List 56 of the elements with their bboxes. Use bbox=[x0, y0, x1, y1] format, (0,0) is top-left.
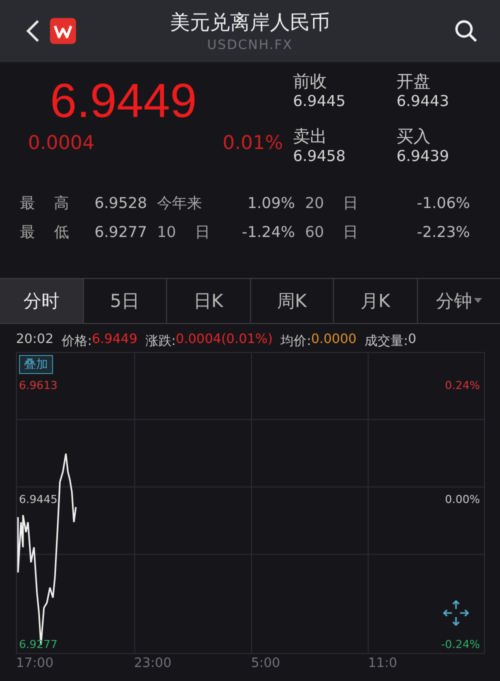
quote-label: 买入 bbox=[396, 127, 432, 147]
stat-label: 20 日 bbox=[305, 194, 359, 213]
stat-value: -1.06% bbox=[416, 194, 471, 213]
chart-tab[interactable]: 分钟 bbox=[418, 279, 500, 323]
info-value: 0.0000 bbox=[311, 332, 357, 349]
stat-label: 最 低 bbox=[20, 223, 70, 242]
stat-label: 今年来 bbox=[157, 194, 203, 213]
current-price: 6.9449 bbox=[49, 74, 198, 130]
percent-axis-label: 0.00% bbox=[445, 493, 480, 506]
time-axis-label: 11:0 bbox=[368, 656, 398, 671]
quote-value: 6.9445 bbox=[293, 92, 346, 110]
window-title: 美元兑离岸人民币 bbox=[170, 9, 330, 36]
app-logo-icon bbox=[50, 18, 76, 44]
price-axis-label: 6.9277 bbox=[19, 638, 58, 651]
symbol-code: USDCNH.FX bbox=[207, 38, 293, 53]
info-value: 0.0004(0.01%) bbox=[176, 332, 273, 349]
info-value: 0 bbox=[408, 332, 416, 349]
info-label: 涨跌: bbox=[145, 333, 176, 350]
stat-value: -2.23% bbox=[416, 223, 471, 242]
chart-tab[interactable]: 月K bbox=[334, 279, 418, 323]
percent-change: 0.01% bbox=[222, 132, 283, 154]
stat-label: 60 日 bbox=[305, 223, 359, 242]
price-change: 0.0004 bbox=[28, 132, 94, 154]
info-label: 均价: bbox=[280, 333, 312, 350]
chart-tab[interactable]: 日K bbox=[167, 279, 250, 323]
chart-tab[interactable]: 5日 bbox=[84, 279, 167, 323]
overlay-button[interactable]: 叠加 bbox=[19, 355, 53, 374]
stat-label: 最 高 bbox=[20, 194, 70, 213]
quote-value: 6.9439 bbox=[396, 147, 450, 165]
time-label: 20:02 bbox=[16, 332, 54, 349]
search-icon[interactable] bbox=[454, 19, 478, 43]
time-axis-label: 23:00 bbox=[134, 656, 172, 671]
time-axis-label: 17:00 bbox=[16, 656, 54, 671]
percent-axis-label: -0.24% bbox=[441, 638, 480, 651]
stat-label: 10 日 bbox=[157, 223, 211, 242]
info-label: 价格: bbox=[61, 333, 92, 350]
info-value: 6.9449 bbox=[92, 332, 138, 349]
time-axis-label: 5:00 bbox=[251, 656, 282, 671]
stat-value: 6.9528 bbox=[94, 194, 148, 213]
caret-icon bbox=[474, 298, 482, 304]
quote-label: 前收 bbox=[293, 72, 328, 92]
price-axis-label: 6.9613 bbox=[19, 379, 58, 392]
stat-value: -1.24% bbox=[240, 223, 296, 242]
quote-label: 开盘 bbox=[396, 72, 432, 92]
quote-label: 卖出 bbox=[293, 127, 328, 147]
back-icon[interactable] bbox=[26, 19, 40, 43]
chart-tab[interactable]: 分时 bbox=[0, 279, 84, 323]
info-label: 成交量: bbox=[364, 333, 408, 350]
price-axis-label: 6.9445 bbox=[19, 493, 58, 506]
quote-value: 6.9458 bbox=[293, 147, 346, 165]
stat-value: 1.09% bbox=[246, 194, 296, 213]
percent-axis-label: 0.24% bbox=[445, 379, 480, 392]
quote-value: 6.9443 bbox=[396, 92, 450, 110]
chart-tab[interactable]: 周K bbox=[250, 279, 334, 323]
fullscreen-icon[interactable] bbox=[442, 599, 470, 627]
stat-value: 6.9277 bbox=[94, 223, 148, 242]
